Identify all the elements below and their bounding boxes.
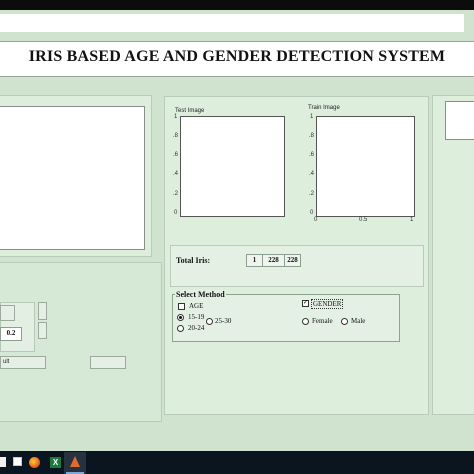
test-image-title: Test Image — [175, 108, 205, 114]
firefox-icon[interactable] — [29, 457, 40, 468]
excel-icon[interactable]: X — [50, 457, 61, 468]
gender-radio-male[interactable] — [341, 318, 348, 325]
age-checkbox[interactable] — [178, 303, 185, 310]
train-ytick-0: 0 — [310, 210, 314, 216]
right-panel — [432, 95, 474, 415]
select-method-legend: Select Method — [175, 290, 226, 299]
train-xtick-1: 1 — [410, 217, 414, 223]
age-label: AGE — [189, 302, 204, 310]
total-iris-total: 228 — [284, 254, 301, 267]
total-iris-label: Total Iris: — [176, 256, 211, 265]
age-option-20-24: 20-24 — [188, 324, 205, 332]
gender-label: GENDER — [311, 299, 344, 309]
windows-start-icon[interactable] — [0, 457, 6, 467]
file-explorer-icon[interactable] — [13, 457, 22, 466]
test-ytick-1: 1 — [174, 114, 178, 120]
test-ytick-06: .6 — [173, 152, 179, 158]
total-iris-count: 1 — [246, 254, 263, 267]
train-xtick-05: 0.5 — [359, 217, 368, 223]
test-ytick-04: .4 — [173, 171, 179, 177]
train-ytick-1: 1 — [310, 114, 314, 120]
slider-up-button[interactable] — [38, 302, 47, 320]
age-radio-20-24[interactable] — [177, 325, 184, 332]
threshold-value-field[interactable]: 0.2 — [0, 327, 22, 341]
train-ytick-04: .4 — [309, 171, 315, 177]
page-title: IRIS BASED AGE AND GENDER DETECTION SYST… — [28, 48, 446, 65]
train-ytick-08: .8 — [309, 133, 315, 139]
window-menu-bar — [0, 14, 464, 32]
result-button[interactable]: ult — [0, 356, 46, 369]
test-ytick-0: 0 — [174, 210, 178, 216]
gender-radio-female[interactable] — [302, 318, 309, 325]
age-radio-25-30[interactable] — [206, 318, 213, 325]
window-spacer — [0, 32, 474, 38]
input-image-axes — [0, 106, 145, 250]
train-image-title: Train Image — [308, 105, 340, 111]
test-ytick-02: .2 — [173, 191, 179, 197]
test-ytick-08: .8 — [173, 133, 179, 139]
slider-down-button[interactable] — [38, 322, 47, 339]
train-ytick-02: .2 — [309, 191, 315, 197]
parameter-button[interactable] — [0, 305, 15, 321]
test-image-axes — [180, 116, 285, 217]
result-display-box — [445, 101, 474, 140]
age-option-15-19: 15-19 — [188, 313, 205, 321]
train-xtick-0: 0 — [314, 217, 318, 223]
action-button[interactable] — [90, 356, 126, 369]
total-iris-train: 228 — [262, 254, 285, 267]
train-image-axes — [316, 116, 415, 217]
gender-option-male: Male — [351, 317, 366, 325]
train-ytick-06: .6 — [309, 152, 315, 158]
gender-checkbox[interactable]: ✓ — [302, 300, 309, 307]
top-dark-strip — [0, 0, 474, 10]
matlab-icon — [70, 456, 80, 467]
age-option-25-30: 25-30 — [215, 317, 232, 325]
age-radio-15-19[interactable] — [177, 314, 184, 321]
gender-option-female: Female — [312, 317, 333, 325]
